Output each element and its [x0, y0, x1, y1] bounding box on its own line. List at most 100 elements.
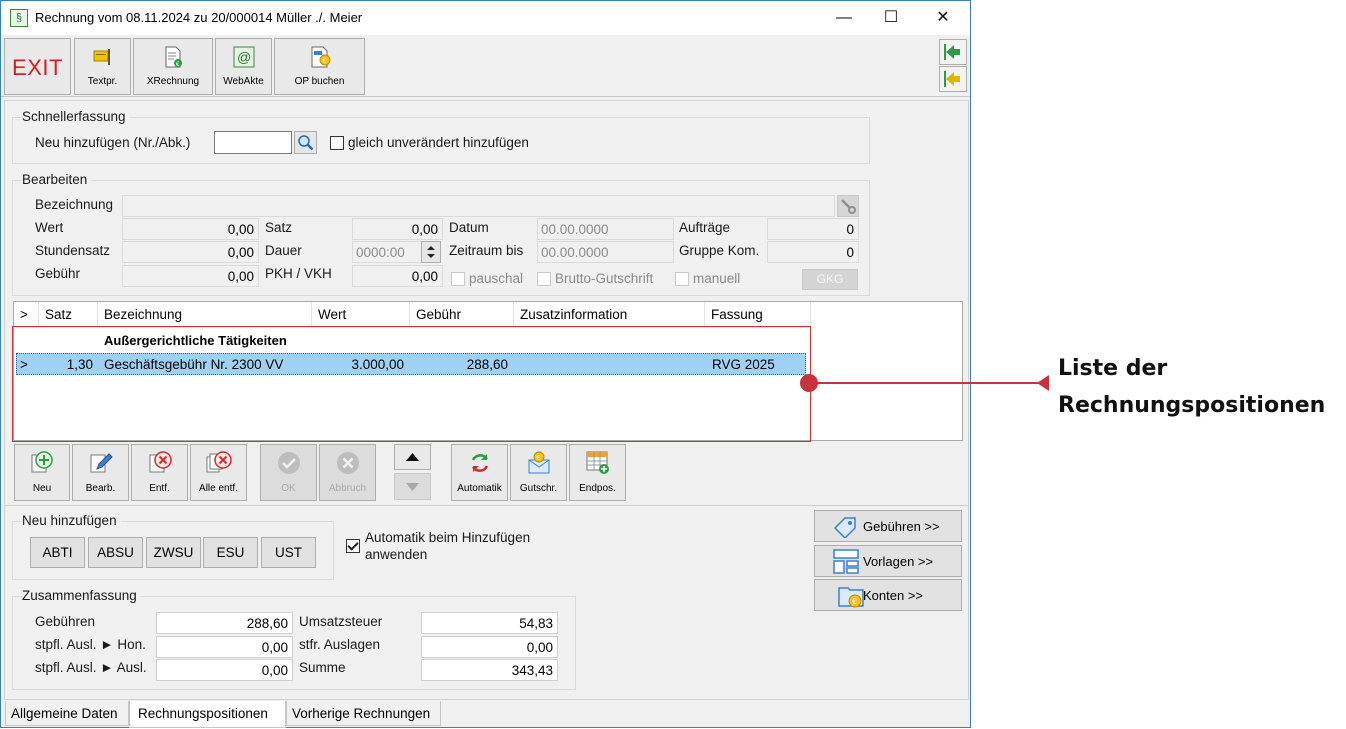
dauer-field[interactable]: 0000:00 — [352, 241, 422, 263]
callout-label: Liste der Rechnungspositionen — [1058, 350, 1325, 424]
gebuehr-label: Gebühr — [35, 266, 81, 281]
automatik-anwenden-label-1: Automatik beim Hinzufügen — [365, 530, 531, 545]
textpr-button[interactable]: Textpr. — [74, 38, 131, 95]
navigate-first-button[interactable] — [939, 39, 967, 65]
maximize-button[interactable]: ☐ — [868, 5, 914, 31]
automatik-anwenden-label-2: anwenden — [365, 547, 428, 562]
search-button[interactable] — [294, 131, 317, 154]
sum-gebuehren-field[interactable]: 288,60 — [156, 612, 293, 634]
delete-x-icon — [149, 451, 172, 473]
datum-field[interactable]: 00.00.0000 — [537, 218, 674, 240]
alle-entf-label: Alle entf. — [199, 483, 238, 494]
col-gebuehr[interactable]: Gebühr — [410, 302, 514, 328]
manuell-label: manuell — [693, 271, 741, 286]
wert-field[interactable]: 0,00 — [122, 218, 259, 240]
endpos-button[interactable]: Endpos. — [569, 444, 626, 501]
close-button[interactable]: ✕ — [920, 5, 966, 31]
col-fassung[interactable]: Fassung — [705, 302, 811, 328]
col-zusatzinformation[interactable]: Zusatzinformation — [514, 302, 705, 328]
add-plus-icon — [31, 451, 53, 473]
edit-pencil-icon — [90, 453, 113, 473]
webakte-at-icon: @ — [233, 46, 254, 68]
pauschal-checkbox[interactable] — [451, 272, 465, 286]
gruppe-kom-field[interactable]: 0 — [767, 241, 859, 263]
esu-button[interactable]: ESU — [203, 537, 258, 568]
triangle-down-icon — [406, 483, 419, 491]
navigate-back-button[interactable] — [939, 66, 967, 92]
vorlagen-button[interactable]: Vorlagen >> — [814, 545, 962, 577]
callout-line — [808, 382, 1040, 384]
col-marker[interactable]: > — [14, 302, 39, 328]
svg-text:€: € — [536, 455, 540, 462]
xrechnung-label: XRechnung — [146, 76, 200, 87]
gebuehren-button[interactable]: Gebühren >> — [814, 510, 962, 542]
exit-button[interactable]: EXIT — [4, 38, 71, 95]
section-divider — [5, 505, 968, 506]
gkg-button[interactable]: GKG — [802, 269, 858, 290]
tab-vorherige-rechnungen[interactable]: Vorherige Rechnungen — [286, 701, 441, 726]
vorlagen-label: Vorlagen >> — [863, 554, 934, 569]
webakte-button[interactable]: @ WebAkte — [215, 38, 272, 95]
abbruch-label: Abbruch — [328, 483, 367, 494]
gebuehren-label: Gebühren >> — [863, 519, 940, 534]
tab-rechnungspositionen[interactable]: Rechnungspositionen — [129, 701, 286, 728]
summe-field[interactable]: 343,43 — [421, 659, 558, 681]
ok-button[interactable]: OK — [260, 444, 317, 501]
bearb-button[interactable]: Bearb. — [72, 444, 129, 501]
op-buchen-button[interactable]: € OP buchen — [274, 38, 365, 95]
neu-button[interactable]: Neu — [14, 444, 70, 501]
op-buchen-label: OP buchen — [294, 76, 345, 87]
template-layout-icon — [833, 549, 859, 574]
umsatzsteuer-label: Umsatzsteuer — [299, 614, 383, 629]
bezeichnung-tool-button[interactable] — [837, 195, 859, 217]
tab-allgemeine-daten[interactable]: Allgemeine Daten — [5, 701, 129, 726]
text-template-icon — [93, 49, 110, 65]
gleich-unveraendert-checkbox[interactable] — [330, 136, 344, 150]
satz-label: Satz — [265, 220, 293, 235]
ausl-hon-field[interactable]: 0,00 — [156, 636, 293, 658]
absu-button[interactable]: ABSU — [88, 537, 143, 568]
manuell-checkbox[interactable] — [675, 272, 689, 286]
ust-button[interactable]: UST — [261, 537, 316, 568]
stundensatz-field[interactable]: 0,00 — [122, 241, 259, 263]
col-bezeichnung[interactable]: Bezeichnung — [98, 302, 312, 328]
spinner-arrows-icon — [427, 246, 435, 258]
alle-entf-button[interactable]: Alle entf. — [190, 444, 247, 501]
minimize-button[interactable]: — — [821, 5, 867, 31]
bezeichnung-field[interactable] — [122, 195, 835, 217]
gutschr-button[interactable]: € Gutschr. — [510, 444, 567, 501]
move-down-button[interactable] — [394, 473, 431, 500]
callout-arrow — [1037, 375, 1049, 391]
stfr-auslagen-field[interactable]: 0,00 — [421, 636, 558, 658]
zeitraum-field[interactable]: 00.00.0000 — [537, 241, 674, 263]
automatik-button[interactable]: Automatik — [451, 444, 508, 501]
konten-button[interactable]: € Konten >> — [814, 579, 962, 611]
move-up-button[interactable] — [394, 444, 431, 470]
refresh-icon — [471, 454, 488, 472]
positions-highlight-frame — [12, 326, 811, 442]
brutto-gutschrift-checkbox[interactable] — [537, 272, 551, 286]
pkh-field[interactable]: 0,00 — [352, 265, 443, 287]
gebuehr-field[interactable]: 0,00 — [122, 265, 259, 287]
xrechnung-button[interactable]: € XRechnung — [133, 38, 213, 95]
neu-hinzufuegen-input[interactable] — [214, 131, 292, 154]
col-satz[interactable]: Satz — [39, 302, 98, 328]
gleich-unveraendert-label: gleich unverändert hinzufügen — [348, 135, 529, 150]
auftraege-field[interactable]: 0 — [767, 218, 859, 240]
umsatzsteuer-field[interactable]: 54,83 — [421, 612, 558, 634]
dauer-spinner[interactable] — [421, 241, 441, 263]
svg-text:€: € — [852, 597, 857, 606]
ausl-ausl-field[interactable]: 0,00 — [156, 659, 293, 681]
automatik-anwenden-checkbox[interactable] — [346, 539, 360, 553]
zwsu-button[interactable]: ZWSU — [146, 537, 201, 568]
bearbeiten-title: Bearbeiten — [22, 172, 92, 187]
satz-field[interactable]: 0,00 — [352, 218, 443, 240]
search-icon — [298, 135, 314, 151]
abti-button[interactable]: ABTI — [30, 537, 85, 568]
konten-label: Konten >> — [863, 588, 923, 603]
entf-button[interactable]: Entf. — [131, 444, 188, 501]
col-wert[interactable]: Wert — [312, 302, 410, 328]
callout-dot — [800, 374, 818, 392]
stundensatz-label: Stundensatz — [35, 243, 111, 258]
abbruch-button[interactable]: Abbruch — [319, 444, 376, 501]
